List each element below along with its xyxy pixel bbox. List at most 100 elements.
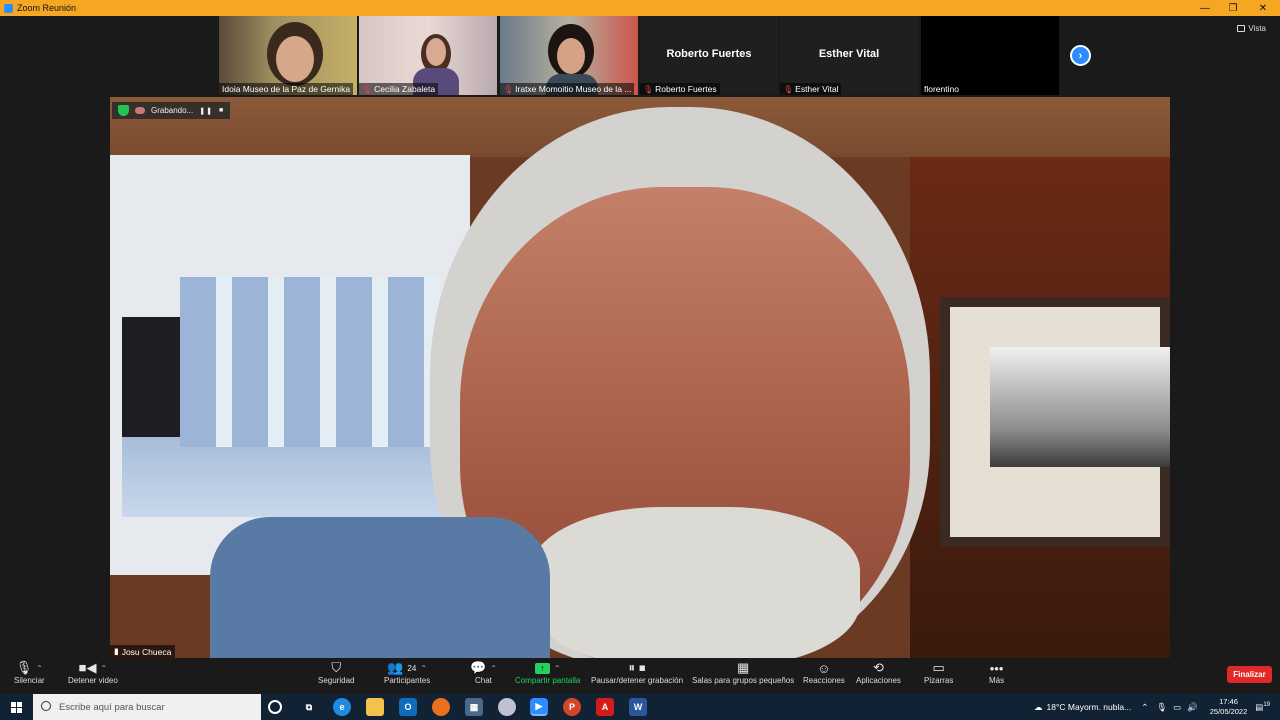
stop-icon: ⏹ [639,660,646,675]
breakout-rooms-label: Salas para grupos pequeños [692,676,795,685]
end-meeting-button[interactable]: Finalizar [1227,666,1272,683]
weather-cloud-icon: ☁ [1034,701,1043,712]
participant-face [426,38,446,66]
chat-bubble-icon: 💬 [470,660,487,675]
view-button[interactable]: Vista [1237,24,1266,33]
system-tray: ☁ 18°C Mayorm. nubla... ⌃ 🎙 ▭ 🔊 17:46 25… [1034,694,1280,720]
participant-big-name: Esther Vital [818,48,880,60]
weather-text[interactable]: 18°C Mayorm. nubla... [1047,702,1132,712]
chat-options-caret-icon[interactable]: ⌃ [490,664,497,673]
firefox-icon[interactable] [432,698,450,716]
network-icon[interactable]: ▭ [1173,702,1181,713]
pause-stop-recording-label: Pausar/detener grabación [591,676,684,685]
more-label: Más [989,676,1005,685]
participant-face [276,36,314,82]
notifications-count: 19 [1263,701,1270,708]
chat-button[interactable]: 💬 ⌃ Chat [470,660,497,685]
taskbar-search-box[interactable]: Escribe aquí para buscar [33,694,261,720]
participant-name: 🎙 Cecilia Zabaleta [359,83,439,95]
clock-date: 25/05/2022 [1209,707,1248,716]
participant-name: 🎙 Roberto Fuertes [640,83,720,95]
muted-mic-icon: 🎙 [362,84,373,94]
pause-stop-recording-button[interactable]: ⏸ ⏹ Pausar/detener grabación [591,660,683,685]
show-hidden-icons-icon[interactable]: ⌃ [1141,702,1148,713]
stop-video-button[interactable]: ■◀ ⌃ Detener video [68,660,118,685]
stop-video-label: Detener video [68,676,118,685]
grid-view-icon [1237,25,1246,32]
whiteboards-button[interactable]: ▭ Pizarras [924,660,953,685]
cloud-recording-icon [135,107,145,114]
next-page-arrow-icon[interactable]: › [1070,45,1091,66]
edge-browser-icon[interactable]: e [333,698,351,716]
mute-button[interactable]: 🎙 ⌃ Silenciar [14,660,45,685]
reactions-label: Reacciones [803,676,845,685]
cortana-icon[interactable] [268,700,282,714]
participant-tile[interactable]: Esther Vital 🎙 Esther Vital [780,16,918,95]
participants-button[interactable]: 👥 24 ⌃ Participantes [384,660,430,685]
participant-face [557,38,585,74]
zoom-app-icon[interactable]: ▶ [530,698,548,716]
notifications-icon[interactable]: ▤19 [1255,702,1270,713]
video-person-shirt [210,517,550,658]
share-screen-button[interactable]: ↑ ⌃ Compartir pantalla [515,660,580,685]
recording-label: Grabando... [151,106,194,115]
breakout-rooms-button[interactable]: ▦ Salas para grupos pequeños [692,660,794,685]
reactions-button[interactable]: ☺ Reacciones [803,660,845,686]
chat-label: Chat [474,676,492,685]
windows-start-button[interactable] [0,694,32,720]
recording-indicator: Grabando... ❚❚ ■ [112,102,231,119]
calculator-icon[interactable]: ▦ [465,698,483,716]
whiteboard-icon: ▭ [932,660,945,675]
participant-name: florentino [924,84,959,94]
pause-recording-button[interactable]: ❚❚ [199,107,213,115]
video-options-caret-icon[interactable]: ⌃ [100,664,107,673]
whiteboards-label: Pizarras [924,676,954,685]
mute-options-caret-icon[interactable]: ⌃ [36,664,43,673]
microphone-tray-icon[interactable]: 🎙 [1156,702,1167,713]
security-label: Seguridad [318,676,355,685]
participants-icon: 👥 [387,660,404,675]
close-button[interactable]: ✕ [1248,0,1278,16]
participants-label: Participantes [384,676,431,685]
shield-icon: ⛉ [331,660,342,675]
active-speaker-video [110,97,1170,658]
stop-recording-button[interactable]: ■ [219,107,224,114]
taskbar-clock[interactable]: 17:46 25/05/2022 [1210,697,1248,717]
task-view-icon[interactable]: ⧉ [300,698,318,716]
restore-button[interactable]: ❐ [1218,0,1248,16]
participant-tile[interactable]: 🎙 Cecilia Zabaleta [359,16,497,95]
breakout-rooms-icon: ▦ [737,660,750,675]
share-options-caret-icon[interactable]: ⌃ [554,664,561,673]
search-icon [41,701,51,711]
search-placeholder: Escribe aquí para buscar [59,701,165,713]
participant-name: 🎙 Esther Vital [780,83,842,95]
volume-icon[interactable]: 🔊 [1187,702,1198,713]
file-explorer-icon[interactable] [366,698,384,716]
security-button[interactable]: ⛉ Seguridad [318,660,354,685]
participant-tile[interactable]: Idoia Museo de la Paz de Gernika [219,16,357,95]
app-icon[interactable] [498,698,516,716]
participant-name: Idoia Museo de la Paz de Gernika [219,83,354,95]
apps-button[interactable]: ⟲ Aplicaciones [856,660,901,685]
powerpoint-icon[interactable]: P [563,698,581,716]
participant-big-name: Roberto Fuertes [666,48,752,60]
outlook-icon[interactable]: O [399,698,417,716]
word-icon[interactable]: W [629,698,647,716]
zoom-logo-icon [4,3,13,13]
signal-strength-icon: ▮ [114,646,119,656]
video-picture-image [990,347,1170,467]
video-painting-figures [180,277,440,447]
windows-taskbar: Escribe aquí para buscar ⧉ e O ▦ ▶ P A W… [0,694,1280,720]
microphone-icon: 🎙 [15,660,33,675]
participant-tile[interactable]: Roberto Fuertes 🎙 Roberto Fuertes [640,16,778,95]
more-dots-icon: ••• [989,660,1004,676]
acrobat-icon[interactable]: A [596,698,614,716]
participants-options-caret-icon[interactable]: ⌃ [420,664,427,673]
window-title: Zoom Reunión [17,3,77,13]
windows-logo-icon [10,701,22,713]
more-button[interactable]: ••• Más [989,660,1005,686]
participant-tile[interactable]: 🎙 Iratxe Momoitio Museo de la ... [500,16,638,95]
minimize-button[interactable]: — [1190,0,1220,16]
participant-tile[interactable]: florentino [921,16,1059,95]
participant-name: 🎙 Iratxe Momoitio Museo de la ... [500,83,635,95]
